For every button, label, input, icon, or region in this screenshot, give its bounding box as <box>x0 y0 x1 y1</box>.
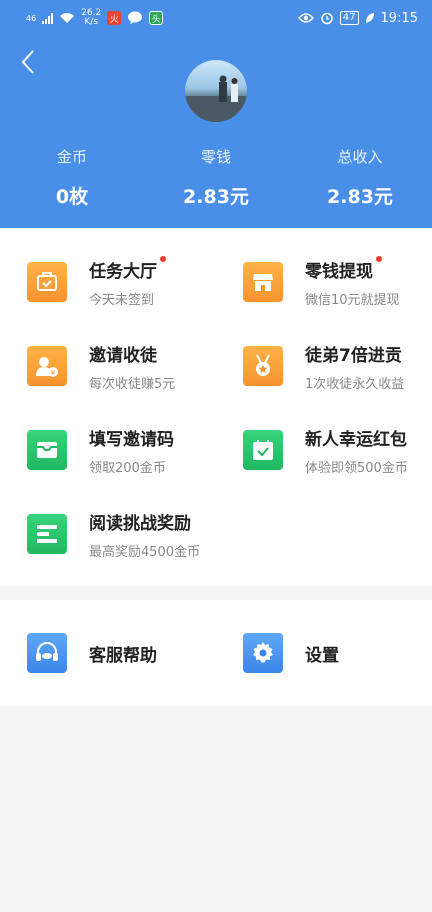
menu-item-title: 任务大厅 <box>89 255 166 282</box>
leaf-icon <box>365 13 374 23</box>
menu-item-subtitle: 领取200金币 <box>89 460 166 476</box>
chat-bubble-icon <box>128 11 143 24</box>
stats-row: 金币 0枚 零钱 2.83元 总收入 2.83元 <box>0 146 432 209</box>
profile-header: 46 26.2 K/s 火 头 47 19:15 金币 0枚 零钱 2.83元 … <box>0 0 432 228</box>
menu-item-title: 阅读挑战奖励 <box>89 513 191 534</box>
signal-icon <box>42 12 54 24</box>
avatar-photo <box>185 75 247 122</box>
svg-text:¥: ¥ <box>51 369 56 377</box>
inbox-icon <box>27 430 67 470</box>
menu-item-apprentice[interactable]: 徒弟7倍进贡 1次收徒永久收益 <box>243 336 432 396</box>
coin-value: 0枚 <box>55 186 89 208</box>
menu-item-subtitle: 微信10元就提现 <box>305 292 400 308</box>
menu-item-red-packet[interactable]: 新人幸运红包 体验即领500金币 <box>243 420 432 480</box>
menu-item-subtitle: 体验即领500金币 <box>305 460 408 476</box>
wifi-icon <box>60 13 75 23</box>
status-bar: 46 26.2 K/s 火 头 47 19:15 <box>0 0 432 36</box>
change-stat[interactable]: 零钱 2.83元 <box>144 146 288 209</box>
invite-user-icon: ¥ <box>27 346 67 386</box>
list-icon <box>27 514 67 554</box>
battery-indicator: 47 <box>339 11 359 25</box>
chevron-left-icon <box>21 50 34 74</box>
income-label: 总收入 <box>337 148 383 166</box>
support-menu: 客服帮助 设置 <box>0 600 432 706</box>
menu-item-title: 新人幸运红包 <box>305 429 407 450</box>
change-value: 2.83元 <box>183 186 249 208</box>
notification-app-icon: 火 <box>107 11 122 25</box>
menu-item-title: 客服帮助 <box>89 645 157 666</box>
task-icon <box>27 262 67 302</box>
menu-item-title: 零钱提现 <box>305 255 382 282</box>
income-value: 2.83元 <box>327 186 393 208</box>
menu-item-title: 填写邀请码 <box>89 429 174 450</box>
medal-icon <box>243 346 283 386</box>
coin-stat[interactable]: 金币 0枚 <box>0 146 144 209</box>
menu-item-title: 设置 <box>305 645 339 666</box>
notification-dot <box>160 255 166 262</box>
menu-item-task-hall[interactable]: 任务大厅 今天未签到 <box>27 252 227 312</box>
menu-item-subtitle: 1次收徒永久收益 <box>305 376 405 392</box>
network-speed: 26.2 K/s <box>81 8 102 27</box>
menu-item-invite[interactable]: ¥ 邀请收徒 每次收徒赚5元 <box>27 336 227 396</box>
clock: 19:15 <box>380 10 418 26</box>
menu-grid: 任务大厅 今天未签到 零钱提现 微信10元就提现 ¥ 邀请收徒 每次收徒赚5元 … <box>0 228 432 586</box>
network-type: 46 <box>26 13 37 23</box>
menu-item-invite-code[interactable]: 填写邀请码 领取200金币 <box>27 420 227 480</box>
menu-item-customer-service[interactable]: 客服帮助 <box>27 633 227 673</box>
store-icon <box>243 262 283 302</box>
menu-item-title: 邀请收徒 <box>89 345 157 366</box>
menu-item-settings[interactable]: 设置 <box>243 633 432 673</box>
menu-item-subtitle: 每次收徒赚5元 <box>89 376 176 392</box>
alarm-icon <box>321 12 333 25</box>
back-button[interactable] <box>16 46 40 78</box>
eye-icon <box>297 13 314 23</box>
notification-dot <box>376 255 382 262</box>
menu-item-subtitle: 最高奖励4500金币 <box>89 544 201 560</box>
menu-item-reading-challenge[interactable]: 阅读挑战奖励 最高奖励4500金币 <box>27 504 227 564</box>
menu-item-title: 徒弟7倍进贡 <box>305 345 402 366</box>
menu-item-withdraw[interactable]: 零钱提现 微信10元就提现 <box>243 252 432 312</box>
gear-icon <box>243 633 283 673</box>
news-app-icon: 头 <box>149 11 164 25</box>
headset-icon <box>27 633 67 673</box>
avatar[interactable] <box>185 60 247 122</box>
coin-label: 金币 <box>56 148 87 166</box>
income-stat[interactable]: 总收入 2.83元 <box>288 146 432 209</box>
calendar-check-icon <box>243 430 283 470</box>
change-label: 零钱 <box>200 148 231 166</box>
menu-item-subtitle: 今天未签到 <box>89 292 155 308</box>
